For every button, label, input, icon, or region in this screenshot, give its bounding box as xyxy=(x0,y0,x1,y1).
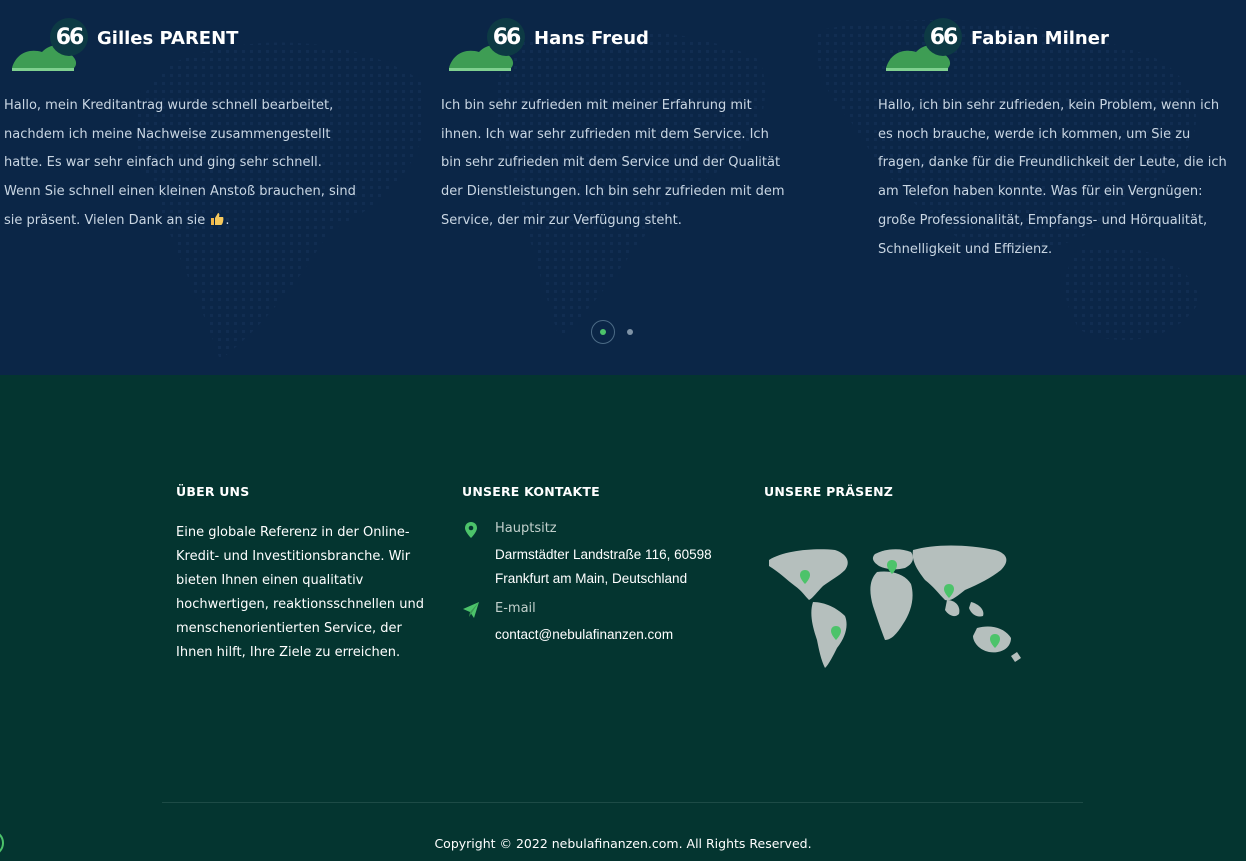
location-pin-icon xyxy=(465,522,477,538)
hq-address: Darmstädter Landstraße 116, 60598 Frankf… xyxy=(495,547,712,586)
copyright-text: Copyright © 2022 nebulafinanzen.com. All… xyxy=(434,836,812,851)
contacts-title: UNSERE KONTAKTE xyxy=(462,484,600,499)
carousel-pagination xyxy=(591,320,633,344)
testimonials-section: 66 Gilles PARENT Hallo, mein Kreditantra… xyxy=(0,0,1246,375)
footer-divider xyxy=(162,802,1083,803)
quote-icon: 66 xyxy=(50,18,88,56)
back-to-top-button[interactable] xyxy=(0,830,4,856)
thumbs-up-icon xyxy=(211,212,224,225)
carousel-dot[interactable] xyxy=(627,329,633,335)
avatar: 66 xyxy=(8,18,88,74)
presence-title: UNSERE PRÄSENZ xyxy=(764,484,893,499)
testimonial-author: Fabian Milner xyxy=(971,28,1109,49)
testimonial-text: Hallo, mein Kreditantrag wurde schnell b… xyxy=(4,98,356,228)
email-link[interactable]: contact@nebulafinanzen.com xyxy=(495,623,673,647)
site-footer: ÜBER UNS Eine globale Referenz in der On… xyxy=(0,375,1246,861)
about-title: ÜBER UNS xyxy=(176,484,250,499)
world-map-image xyxy=(769,545,1021,668)
quote-icon: 66 xyxy=(924,18,962,56)
email-label: E-mail xyxy=(495,601,536,616)
paper-plane-icon xyxy=(463,602,479,618)
quote-icon: 66 xyxy=(487,18,525,56)
avatar: 66 xyxy=(445,18,525,74)
testimonial-author: Gilles PARENT xyxy=(97,28,239,49)
testimonial-text: Ich bin sehr zufrieden mit meiner Erfahr… xyxy=(441,98,785,228)
testimonial-text: Hallo, ich bin sehr zufrieden, kein Prob… xyxy=(878,98,1227,257)
carousel-dot-active[interactable] xyxy=(591,320,615,344)
hq-label: Hauptsitz xyxy=(495,521,557,536)
avatar: 66 xyxy=(882,18,962,74)
testimonial-author: Hans Freud xyxy=(534,28,649,49)
about-text: Eine globale Referenz in der Online-Kred… xyxy=(176,525,424,660)
